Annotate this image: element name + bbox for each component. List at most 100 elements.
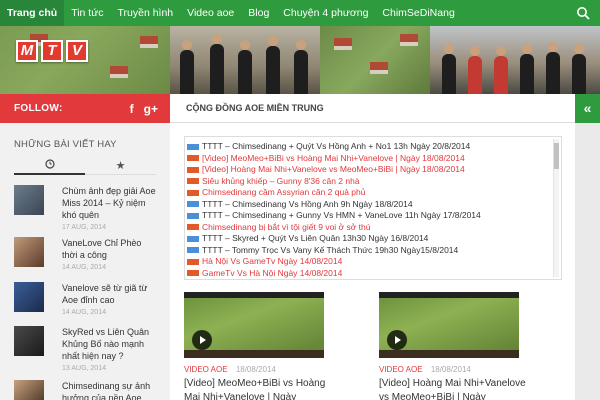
news-item[interactable]: TTTT – Skyred + Quýt Vs Liên Quân 13h30 … <box>187 233 561 245</box>
search-icon[interactable] <box>576 6 590 20</box>
facebook-icon[interactable]: f <box>130 102 134 116</box>
nav-item-tv[interactable]: Truyền hình <box>111 0 181 26</box>
nav-item-video-aoe[interactable]: Video aoe <box>180 0 241 26</box>
news-item[interactable]: [Video] MeoMeo+BiBi vs Hoàng Mai Nhi+Van… <box>187 153 561 165</box>
video-title[interactable]: [Video] MeoMeo+BiBi vs Hoàng Mai Nhi+Van… <box>184 377 334 400</box>
video-meta: VIDEO AOE 18/08/2014 <box>184 365 276 374</box>
star-icon: ★ <box>115 159 126 172</box>
list-item[interactable]: VaneLove Chỉ Phèo thời a công 14 AUG, 20… <box>14 237 156 277</box>
nav-item-home[interactable]: Trang chủ <box>0 0 65 26</box>
hot-badge-icon <box>187 258 199 265</box>
scrollbar-thumb[interactable] <box>554 143 559 169</box>
news-item-title: TTTT – Skyred + Quýt Vs Liên Quân 13h30 … <box>202 233 429 243</box>
list-item[interactable]: Chùm ảnh đẹp giải Aoe Miss 2014 – Kỷ niệ… <box>14 185 156 231</box>
post-title: VaneLove Chỉ Phèo thời a công <box>62 238 142 260</box>
news-item-title: Hà Nội Vs GameTv Ngày 14/08/2014 <box>202 256 343 266</box>
main-content: CỘNG ĐỒNG AOE MIỀN TRUNG TTTT – Chimsedi… <box>170 94 575 400</box>
banner-image-players <box>170 26 320 94</box>
hot-badge-icon <box>187 189 199 196</box>
list-item[interactable]: Chimsedinang sự ảnh hưởng của nền Aoe Vi… <box>14 380 156 400</box>
post-thumbnail[interactable] <box>14 380 44 400</box>
news-list: TTTT – Chimsedinang + Quýt Vs Hồng Anh +… <box>185 137 561 279</box>
news-item-title: [Video] Hoàng Mai Nhi+Vanelove vs MeoMeo… <box>202 164 465 174</box>
news-item-title: TTTT – Chimsedinang Vs Hồng Anh 9h Ngày … <box>202 198 413 209</box>
sidebar-tabs: ★ <box>14 155 156 175</box>
post-thumbnail[interactable] <box>14 282 44 312</box>
tab-recent[interactable] <box>14 155 85 175</box>
hot-badge-icon <box>187 155 199 162</box>
news-item-title: TTTT – Chimsedinang + Quýt Vs Hồng Anh +… <box>202 141 471 151</box>
news-item[interactable]: TTTT – Chimsedinang Vs Hồng Anh 9h Ngày … <box>187 199 561 211</box>
post-thumbnail[interactable] <box>14 326 44 356</box>
news-item[interactable]: Siêu khủng khiếp – Gunny 8'36 cân 2 nhà <box>187 176 561 188</box>
post-date: 14 AUG, 2014 <box>62 264 106 271</box>
post-title: SkyRed vs Liên Quân Khủng Bố nào mạnh nh… <box>62 327 150 361</box>
news-item[interactable]: Chimsedinang bị bắt vì tội giết 9 voi ở … <box>187 222 561 234</box>
new-badge-icon <box>187 235 199 242</box>
list-item[interactable]: SkyRed vs Liên Quân Khủng Bố nào mạnh nh… <box>14 326 156 372</box>
collapse-sidebar-button[interactable]: « <box>575 94 600 123</box>
nav-item-chimsedinang[interactable]: ChimSeDiNang <box>375 0 461 26</box>
post-thumbnail[interactable] <box>14 237 44 267</box>
news-item-title: Chimsedinang cầm Assyrian cân 2 quả phủ <box>202 187 366 197</box>
list-item[interactable]: Vanelove sẽ từ giã từ Aoe đỉnh cao 14 AU… <box>14 282 156 322</box>
news-item-title: TTTT – Chimsedinang + Gunny Vs HMN + Van… <box>202 210 481 220</box>
tab-popular[interactable]: ★ <box>85 155 156 175</box>
post-title: Chimsedinang sự ảnh hưởng của nền Aoe Vi… <box>62 381 151 400</box>
video-thumbnail[interactable] <box>379 292 519 358</box>
nav-item-news[interactable]: Tin tức <box>64 0 110 26</box>
hot-badge-icon <box>187 224 199 231</box>
news-ticker-box: TTTT – Chimsedinang + Quýt Vs Hồng Anh +… <box>184 136 562 280</box>
sidebar: NHỮNG BÀI VIẾT HAY ★ Chùm ảnh đẹp giải A… <box>0 123 170 400</box>
new-badge-icon <box>187 212 199 219</box>
video-meta: VIDEO AOE 18/08/2014 <box>379 365 471 374</box>
news-item-title: Chimsedinang bị bắt vì tội giết 9 voi ở … <box>202 221 371 232</box>
google-plus-icon[interactable]: g+ <box>144 102 158 116</box>
double-chevron-left-icon: « <box>583 100 592 116</box>
video-category[interactable]: VIDEO AOE <box>184 365 228 374</box>
new-badge-icon <box>187 247 199 254</box>
site-logo[interactable]: M T V <box>16 40 91 62</box>
news-item-title: Siêu khủng khiếp – Gunny 8'36 cân 2 nhà <box>202 175 360 186</box>
news-item[interactable]: TTTT – Chimsedinang + Quýt Vs Hồng Anh +… <box>187 141 561 153</box>
news-item[interactable]: TTTT – Chimsedinang + Gunny Vs HMN + Van… <box>187 210 561 222</box>
news-item[interactable]: Hà Nội Vs GameTv Ngày 14/08/2014 <box>187 256 561 268</box>
video-date: 18/08/2014 <box>235 365 276 374</box>
scrollbar[interactable] <box>553 139 559 277</box>
post-date: 14 AUG, 2014 <box>62 309 106 316</box>
video-title[interactable]: [Video] Hoàng Mai Nhi+Vanelove vs MeoMeo… <box>379 377 529 400</box>
post-title: Chùm ảnh đẹp giải Aoe Miss 2014 – Kỷ niệ… <box>62 186 156 220</box>
play-icon[interactable] <box>192 330 212 350</box>
banner-image-team <box>430 26 600 94</box>
news-item[interactable]: TTTT – Tommy Trọc Vs Vany Kế Thách Thức … <box>187 245 561 257</box>
video-thumbnail[interactable] <box>184 292 324 358</box>
nav-item-stories[interactable]: Chuyện 4 phương <box>276 0 375 26</box>
section-heading: CỘNG ĐỒNG AOE MIỀN TRUNG <box>170 94 575 123</box>
sidebar-title: NHỮNG BÀI VIẾT HAY <box>14 139 117 150</box>
news-item[interactable]: GameTv Vs Hà Nội Ngày 14/08/2014 <box>187 268 561 280</box>
follow-bar: FOLLOW: f g+ <box>0 94 170 123</box>
clock-icon <box>44 159 55 169</box>
hot-badge-icon <box>187 178 199 185</box>
banner-image-battle <box>320 26 430 94</box>
video-date: 18/08/2014 <box>430 365 471 374</box>
follow-label: FOLLOW: <box>14 103 63 114</box>
post-title: Vanelove sẽ từ giã từ Aoe đỉnh cao <box>62 283 148 305</box>
play-icon[interactable] <box>387 330 407 350</box>
hot-badge-icon <box>187 270 199 277</box>
header-banner: M T V <box>0 26 600 94</box>
video-category[interactable]: VIDEO AOE <box>379 365 423 374</box>
hot-badge-icon <box>187 166 199 173</box>
post-date: 17 AUG, 2014 <box>62 224 106 231</box>
post-date: 13 AUG, 2014 <box>62 365 106 372</box>
top-nav: Trang chủ Tin tức Truyền hình Video aoe … <box>0 0 600 26</box>
news-item-title: GameTv Vs Hà Nội Ngày 14/08/2014 <box>202 267 343 278</box>
news-item-title: TTTT – Tommy Trọc Vs Vany Kế Thách Thức … <box>202 244 459 255</box>
post-thumbnail[interactable] <box>14 185 44 215</box>
news-item[interactable]: Chimsedinang cầm Assyrian cân 2 quả phủ <box>187 187 561 199</box>
new-badge-icon <box>187 201 199 208</box>
new-badge-icon <box>187 143 199 150</box>
news-item-title: [Video] MeoMeo+BiBi vs Hoàng Mai Nhi+Van… <box>202 152 465 163</box>
nav-item-blog[interactable]: Blog <box>241 0 276 26</box>
news-item[interactable]: [Video] Hoàng Mai Nhi+Vanelove vs MeoMeo… <box>187 164 561 176</box>
